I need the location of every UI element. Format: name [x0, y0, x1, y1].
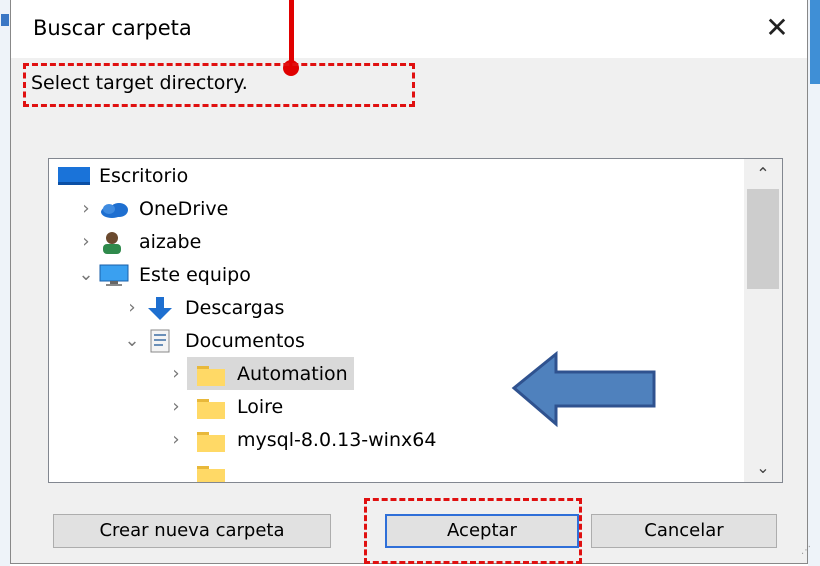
folder-icon	[195, 395, 229, 419]
annotation-description-highlight	[23, 63, 415, 107]
tree-item-loire[interactable]: › Loire	[165, 390, 283, 423]
tree-item-label: Automation	[237, 362, 348, 385]
folder-icon	[195, 362, 229, 386]
scroll-down-icon[interactable]: ⌄	[744, 454, 782, 482]
tree-item-mysql[interactable]: › mysql-8.0.13-winx64	[165, 423, 436, 456]
onedrive-cloud-icon	[97, 197, 131, 221]
background-window-edge-right	[808, 0, 820, 566]
tree-item-label: Descargas	[185, 296, 285, 319]
chevron-right-icon[interactable]: ›	[75, 231, 97, 252]
chevron-down-icon[interactable]: ⌄	[121, 330, 143, 351]
tree-item-este-equipo[interactable]: ⌄ Este equipo	[75, 258, 251, 291]
background-window-edge-left	[0, 0, 10, 566]
computer-icon	[97, 263, 131, 287]
download-arrow-icon	[143, 296, 177, 320]
annotation-pointer-line	[289, 0, 294, 66]
tree-item-label: Documentos	[185, 329, 305, 352]
scroll-thumb[interactable]	[747, 189, 779, 289]
scroll-up-icon[interactable]: ⌃	[744, 159, 782, 187]
new-folder-button[interactable]: Crear nueva carpeta	[53, 514, 331, 548]
folder-tree[interactable]: Escritorio › OneDrive › aizabe ⌄ Este eq…	[48, 158, 783, 483]
tree-item-label: aizabe	[139, 230, 202, 253]
chevron-right-icon[interactable]: ›	[75, 198, 97, 219]
chevron-right-icon[interactable]: ›	[165, 429, 187, 450]
tree-item-documentos[interactable]: ⌄ Documentos	[121, 324, 305, 357]
tree-item-onedrive[interactable]: › OneDrive	[75, 192, 228, 225]
chevron-right-icon[interactable]: ›	[165, 363, 187, 384]
tree-item-aizabe[interactable]: › aizabe	[75, 225, 201, 258]
tree-item-automation[interactable]: › Automation	[165, 357, 354, 390]
selected-highlight: Automation	[187, 357, 354, 390]
chevron-down-icon[interactable]: ⌄	[75, 264, 97, 285]
background-scroll-fragment	[810, 0, 820, 84]
vertical-scrollbar[interactable]: ⌃ ⌄	[744, 159, 782, 482]
user-icon	[97, 230, 131, 254]
tree-item-label: Este equipo	[139, 263, 251, 286]
tree-item-partial[interactable]	[195, 457, 237, 482]
tree-item-label: Loire	[237, 395, 284, 418]
background-app-icon	[1, 14, 9, 26]
tree-item-escritorio[interactable]: Escritorio	[57, 159, 188, 192]
dialog-title: Buscar carpeta	[33, 16, 192, 40]
chevron-right-icon[interactable]: ›	[121, 297, 143, 318]
annotation-accept-highlight	[364, 498, 582, 564]
tree-item-descargas[interactable]: › Descargas	[121, 291, 284, 324]
close-icon[interactable]: ✕	[755, 8, 799, 48]
tree-item-label: Escritorio	[99, 164, 189, 187]
resize-grip-icon[interactable]: ⋰	[801, 545, 811, 556]
chevron-right-icon[interactable]: ›	[165, 396, 187, 417]
folder-icon	[195, 462, 229, 482]
tree-item-label: mysql-8.0.13-winx64	[237, 428, 437, 451]
desktop-icon	[57, 164, 91, 188]
annotation-arrow-icon	[511, 350, 656, 428]
cancel-button[interactable]: Cancelar	[591, 514, 777, 548]
tree-item-label: OneDrive	[139, 197, 229, 220]
title-bar: Buscar carpeta ✕	[11, 0, 807, 58]
folder-icon	[195, 428, 229, 452]
documents-icon	[143, 329, 177, 353]
